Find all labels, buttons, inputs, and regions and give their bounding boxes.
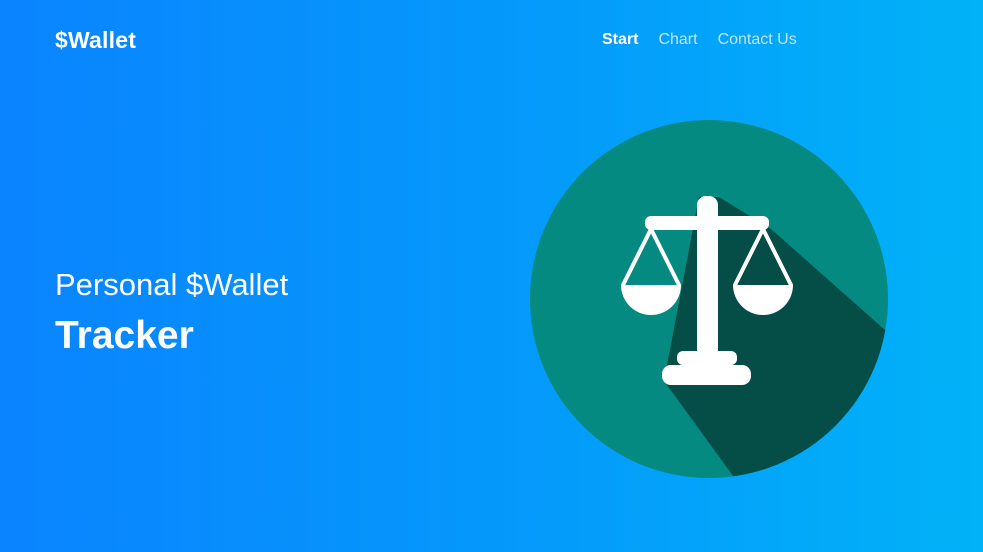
main-nav: Start Chart Contact Us <box>602 31 797 49</box>
nav-contact-us[interactable]: Contact Us <box>718 31 797 49</box>
nav-start[interactable]: Start <box>602 31 638 49</box>
scales-illustration <box>529 119 889 479</box>
hero-title-line2: Tracker <box>55 314 194 357</box>
hero-title-line1: Personal $Wallet <box>55 267 289 302</box>
brand-logo[interactable]: $Wallet <box>55 27 136 54</box>
nav-chart[interactable]: Chart <box>658 31 697 49</box>
scales-icon <box>530 120 888 478</box>
hero-heading: Personal $Wallet Tracker <box>55 264 288 362</box>
